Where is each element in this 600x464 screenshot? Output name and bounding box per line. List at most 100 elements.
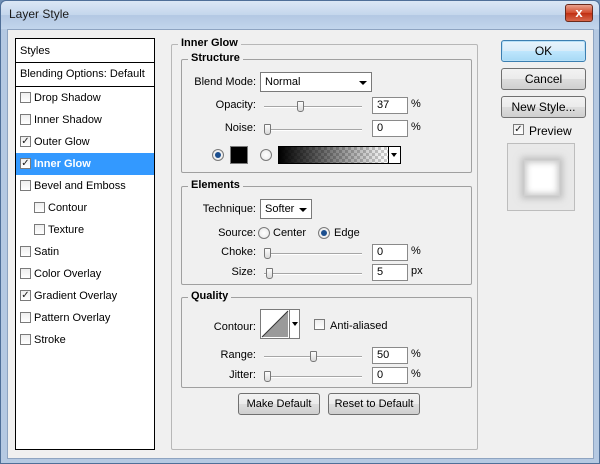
style-item-stroke[interactable]: Stroke [16, 329, 154, 351]
layer-style-dialog: Layer Style x Styles Blending Options: D… [0, 0, 600, 464]
style-item-satin[interactable]: Satin [16, 241, 154, 263]
noise-input[interactable]: 0 [372, 120, 408, 137]
style-item-label: Contour [48, 202, 88, 214]
style-item-label: Bevel and Emboss [34, 180, 126, 192]
dialog-body: Styles Blending Options: Default Drop Sh… [7, 29, 594, 459]
source-edge-radio[interactable] [318, 227, 330, 239]
styles-header[interactable]: Styles [16, 39, 154, 63]
jitter-label: Jitter: [229, 369, 256, 381]
style-item-label: Texture [48, 224, 85, 236]
title-bar[interactable]: Layer Style x [1, 1, 599, 29]
technique-select[interactable]: Softer [260, 199, 312, 219]
preview-checkbox[interactable] [513, 124, 524, 135]
choke-slider[interactable] [264, 248, 362, 259]
style-item-checkbox[interactable] [20, 158, 31, 169]
style-item-pattern-overlay[interactable]: Pattern Overlay [16, 307, 154, 329]
style-item-checkbox[interactable] [20, 268, 31, 279]
choke-input[interactable]: 0 [372, 244, 408, 261]
choke-slider-thumb[interactable] [264, 248, 271, 259]
contour-curve-icon [261, 310, 289, 338]
style-item-texture[interactable]: Texture [16, 219, 154, 241]
style-item-checkbox[interactable] [20, 312, 31, 323]
source-center-radio[interactable] [258, 227, 270, 239]
technique-label: Technique: [202, 203, 256, 215]
range-input[interactable]: 50 [372, 347, 408, 364]
style-item-inner-shadow[interactable]: Inner Shadow [16, 109, 154, 131]
elements-group: Elements Technique: Softer Source: Cente… [181, 179, 472, 285]
inner-glow-group: Inner Glow Structure Blend Mode: Normal … [171, 37, 478, 450]
style-item-checkbox[interactable] [34, 224, 45, 235]
close-button[interactable]: x [565, 4, 593, 22]
contour-preview[interactable] [260, 309, 290, 339]
opacity-slider-track [264, 106, 362, 108]
reset-to-default-button[interactable]: Reset to Default [328, 393, 420, 415]
style-item-checkbox[interactable] [20, 180, 31, 191]
size-slider-thumb[interactable] [265, 268, 273, 279]
styles-list: Styles Blending Options: Default Drop Sh… [15, 38, 155, 450]
blend-mode-select[interactable]: Normal [260, 72, 372, 92]
elements-title: Elements [188, 179, 243, 191]
size-unit: px [411, 265, 423, 277]
make-default-button[interactable]: Make Default [238, 393, 320, 415]
style-item-bevel-and-emboss[interactable]: Bevel and Emboss [16, 175, 154, 197]
jitter-slider[interactable] [264, 371, 362, 382]
preview-swatch [524, 160, 560, 196]
anti-aliased-checkbox[interactable] [314, 319, 325, 330]
choke-unit: % [411, 245, 421, 257]
style-item-label: Color Overlay [34, 268, 102, 280]
gradient-radio[interactable] [260, 149, 272, 161]
glow-gradient-picker[interactable] [278, 146, 389, 164]
jitter-unit: % [411, 368, 421, 380]
size-input[interactable]: 5 [372, 264, 408, 281]
style-item-drop-shadow[interactable]: Drop Shadow [16, 87, 154, 109]
style-item-checkbox[interactable] [20, 290, 31, 301]
jitter-slider-thumb[interactable] [264, 371, 271, 382]
range-slider[interactable] [264, 351, 362, 362]
gradient-dropdown-icon[interactable] [388, 146, 401, 164]
ok-button[interactable]: OK [501, 40, 586, 62]
style-item-checkbox[interactable] [20, 92, 31, 103]
opacity-slider-thumb[interactable] [297, 101, 305, 112]
noise-slider[interactable] [264, 124, 362, 135]
range-label: Range: [220, 349, 256, 361]
style-item-checkbox[interactable] [20, 246, 31, 257]
blending-options-item[interactable]: Blending Options: Default [16, 63, 154, 87]
style-item-checkbox[interactable] [20, 334, 31, 345]
size-slider[interactable] [264, 268, 362, 279]
cancel-button[interactable]: Cancel [501, 68, 586, 90]
range-slider-thumb[interactable] [310, 351, 317, 362]
style-item-label: Inner Shadow [34, 114, 102, 126]
style-item-contour[interactable]: Contour [16, 197, 154, 219]
opacity-input[interactable]: 37 [372, 97, 408, 114]
glow-color-swatch[interactable] [230, 146, 248, 164]
style-items: Drop Shadow Inner Shadow Outer Glow Inner G… [16, 87, 154, 351]
style-item-label: Satin [34, 246, 60, 258]
opacity-slider[interactable] [264, 101, 362, 112]
new-style-button[interactable]: New Style... [501, 96, 586, 118]
range-unit: % [411, 348, 421, 360]
quality-group: Quality Contour: Anti-aliased Range: 50 [181, 290, 472, 388]
style-item-color-overlay[interactable]: Color Overlay [16, 263, 154, 285]
jitter-slider-track [264, 376, 362, 378]
inner-glow-title: Inner Glow [178, 37, 241, 49]
style-item-gradient-overlay[interactable]: Gradient Overlay [16, 285, 154, 307]
contour-label: Contour: [213, 321, 256, 333]
style-item-inner-glow[interactable]: Inner Glow [16, 153, 154, 175]
noise-label: Noise: [224, 122, 256, 134]
style-item-outer-glow[interactable]: Outer Glow [16, 131, 154, 153]
technique-value: Softer [265, 203, 295, 215]
source-center-label: Center [273, 227, 307, 239]
style-item-checkbox[interactable] [34, 202, 45, 213]
jitter-input[interactable]: 0 [372, 367, 408, 384]
style-item-checkbox[interactable] [20, 136, 31, 147]
noise-unit: % [411, 121, 421, 133]
solid-color-radio[interactable] [212, 149, 224, 161]
choke-slider-track [264, 253, 362, 255]
size-slider-track [264, 273, 362, 275]
style-item-checkbox[interactable] [20, 114, 31, 125]
contour-dropdown-icon[interactable] [290, 309, 300, 339]
window-title: Layer Style [9, 7, 70, 21]
noise-slider-thumb[interactable] [264, 124, 271, 135]
size-label: Size: [231, 266, 256, 278]
source-label: Source: [218, 227, 256, 239]
